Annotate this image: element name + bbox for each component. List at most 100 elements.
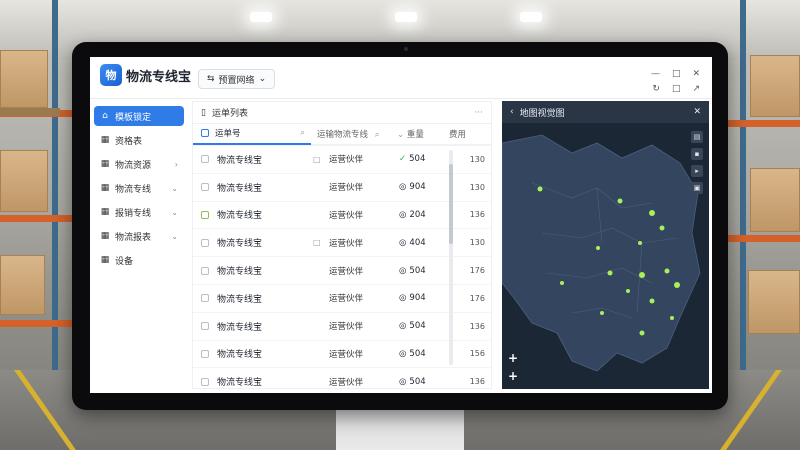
minimize-button[interactable]: — [651, 69, 660, 79]
close-window-button[interactable]: ✕ [692, 69, 700, 79]
refresh-icon[interactable]: ↻ [652, 84, 660, 94]
panel-title: 运单列表 [211, 109, 248, 119]
network-mode-dropdown[interactable]: ⇆ 预置网络 ⌄ [198, 69, 276, 89]
grid-icon: ▦ [100, 135, 110, 145]
row-checkbox[interactable] [201, 238, 209, 247]
network-mode-label: 预置网络 [218, 75, 255, 86]
row-checkbox[interactable] [201, 155, 209, 164]
sidebar-item-reports[interactable]: ▦ 物流报表 ⌄ [94, 226, 184, 246]
shipment-dot[interactable] [649, 210, 655, 216]
table-row[interactable]: 物流专线宝 运营伙伴 ◎ 204 136 [193, 202, 491, 230]
network-icon: ⇆ [207, 74, 215, 84]
table-row[interactable]: 物流专线宝 运营伙伴 ◎ 504 136 [193, 368, 491, 393]
row-checkbox[interactable] [201, 210, 209, 219]
row-checkbox[interactable] [201, 322, 209, 331]
search-icon[interactable]: ⌕ [375, 130, 380, 140]
row-checkbox[interactable] [201, 294, 209, 303]
status-icon: ◎ [399, 265, 407, 276]
table-scrollbar[interactable] [449, 150, 453, 365]
back-icon[interactable]: ‹ [510, 107, 514, 117]
sidebar-item-label: 模板锁定 [115, 112, 152, 123]
panel-header: ▯ 运单列表 ··· [193, 102, 491, 124]
row-checkbox[interactable] [201, 266, 209, 275]
column-header-cost[interactable]: 费用 [449, 128, 489, 140]
shipment-dot[interactable] [664, 268, 670, 274]
status-icon: ◎ [399, 293, 407, 304]
grid-icon: ▦ [100, 159, 110, 169]
table-row[interactable]: 物流专线宝 □ 运营伙伴 ◎ 404 130 [193, 229, 491, 258]
china-map[interactable] [502, 123, 709, 389]
shipment-dot[interactable] [638, 241, 642, 245]
sidebar-item-lines[interactable]: ▦ 物流专线 ⌄ [94, 178, 184, 198]
close-icon[interactable]: ✕ [693, 107, 701, 117]
table-row[interactable]: 物流专线宝 运营伙伴 ◎ 504 176 [193, 257, 491, 285]
search-icon[interactable]: ⌕ [300, 128, 305, 138]
zoom-in-button[interactable]: + [508, 351, 518, 365]
table-row[interactable]: 物流专线宝 运营伙伴 ◎ 504 136 [193, 313, 491, 341]
ceiling-light [395, 12, 417, 22]
window-icon[interactable]: □ [672, 84, 681, 94]
chevron-down-icon: ⌄ [171, 231, 178, 241]
shipment-dot[interactable] [674, 282, 680, 288]
row-checkbox[interactable] [201, 183, 209, 192]
layers-icon[interactable]: ▤ [691, 131, 703, 143]
export-icon[interactable]: ↗ [692, 84, 700, 94]
status-icon: ◎ [399, 182, 407, 193]
sidebar-item-template-lock[interactable]: ⌂ 模板锁定 [94, 106, 184, 126]
grid-icon: ▦ [100, 231, 110, 241]
shipment-dot[interactable] [617, 198, 623, 204]
check-icon: ✓ [399, 154, 407, 165]
row-checkbox[interactable] [201, 349, 209, 358]
sidebar-item-devices[interactable]: ▦ 设备 [94, 250, 184, 270]
column-header-weight[interactable]: ⌄ 重量 [397, 128, 449, 140]
shipment-dot[interactable] [639, 272, 645, 278]
status-icon: ◎ [399, 321, 407, 332]
marker-icon[interactable]: ▪ [691, 148, 703, 160]
shipment-dot[interactable] [596, 246, 600, 250]
maximize-button[interactable]: □ [672, 69, 681, 79]
app-title: 物流专线宝 [126, 70, 192, 85]
grid-icon: ▦ [100, 183, 110, 193]
sidebar-item-qualification[interactable]: ▦ 资格表 [94, 130, 184, 150]
table-row[interactable]: 物流专线宝 运营伙伴 ◎ 904 130 [193, 174, 491, 202]
sidebar-item-resources[interactable]: ▦ 物流资源 › [94, 154, 184, 174]
fullscreen-icon[interactable]: ▣ [691, 182, 703, 194]
scrollbar-thumb[interactable] [449, 164, 453, 244]
shipment-dot[interactable] [639, 330, 645, 336]
chevron-down-icon: ⌄ [171, 183, 178, 193]
shipment-dot[interactable] [607, 270, 613, 276]
sidebar-item-reimburse[interactable]: ▦ 报销专线 ⌄ [94, 202, 184, 222]
map-header: ‹ 地图视觉图 ✕ [502, 101, 709, 123]
row-checkbox[interactable] [201, 377, 209, 386]
sidebar-item-label: 设备 [115, 256, 134, 267]
select-all-checkbox[interactable] [201, 129, 209, 137]
shipment-dot[interactable] [659, 225, 665, 231]
shipment-dot[interactable] [626, 289, 630, 293]
map-panel: ‹ 地图视觉图 ✕ ▤ ▪ ▸ ▣ + + [502, 101, 709, 389]
status-icon: ◎ [399, 209, 407, 220]
status-icon: ◎ [399, 376, 407, 387]
filter-icon[interactable]: ⌄ [397, 130, 404, 140]
ceiling-light [520, 12, 542, 22]
column-header-line[interactable]: 运输物流专线 ⌕ [311, 128, 397, 140]
table-row[interactable]: 物流专线宝 运营伙伴 ◎ 504 156 [193, 341, 491, 369]
status-icon: ◎ [399, 237, 407, 248]
column-header-waybill[interactable]: 运单号 ⌕ [193, 123, 311, 145]
sidebar-item-label: 物流专线 [115, 184, 152, 195]
zoom-out-button[interactable]: + [508, 369, 518, 383]
shipment-dot[interactable] [560, 281, 564, 285]
play-icon[interactable]: ▸ [691, 165, 703, 177]
toolbar-icons: ↻ □ ↗ [652, 84, 700, 94]
sidebar-item-label: 资格表 [115, 136, 143, 147]
more-options-button[interactable]: ··· [474, 108, 483, 118]
table-row[interactable]: 物流专线宝 运营伙伴 ◎ 904 176 [193, 285, 491, 313]
chevron-down-icon: ⌄ [171, 207, 178, 217]
table-body: 物流专线宝 □ 运营伙伴 ✓ 504 130 物流专线宝 运营伙伴 ◎ 904 13… [193, 146, 491, 393]
table-row[interactable]: 物流专线宝 □ 运营伙伴 ✓ 504 130 [193, 146, 491, 174]
shipment-dot[interactable] [600, 311, 604, 315]
right-shelf-rack [720, 0, 800, 380]
shipment-dot[interactable] [649, 298, 655, 304]
shipment-dot[interactable] [670, 316, 674, 320]
shipment-dot[interactable] [537, 186, 543, 192]
app-window: 物 物流专线宝 ⇆ 预置网络 ⌄ — □ ✕ ↻ □ ↗ ⌂ 模板锁定 ▦ 资格… [90, 57, 712, 393]
